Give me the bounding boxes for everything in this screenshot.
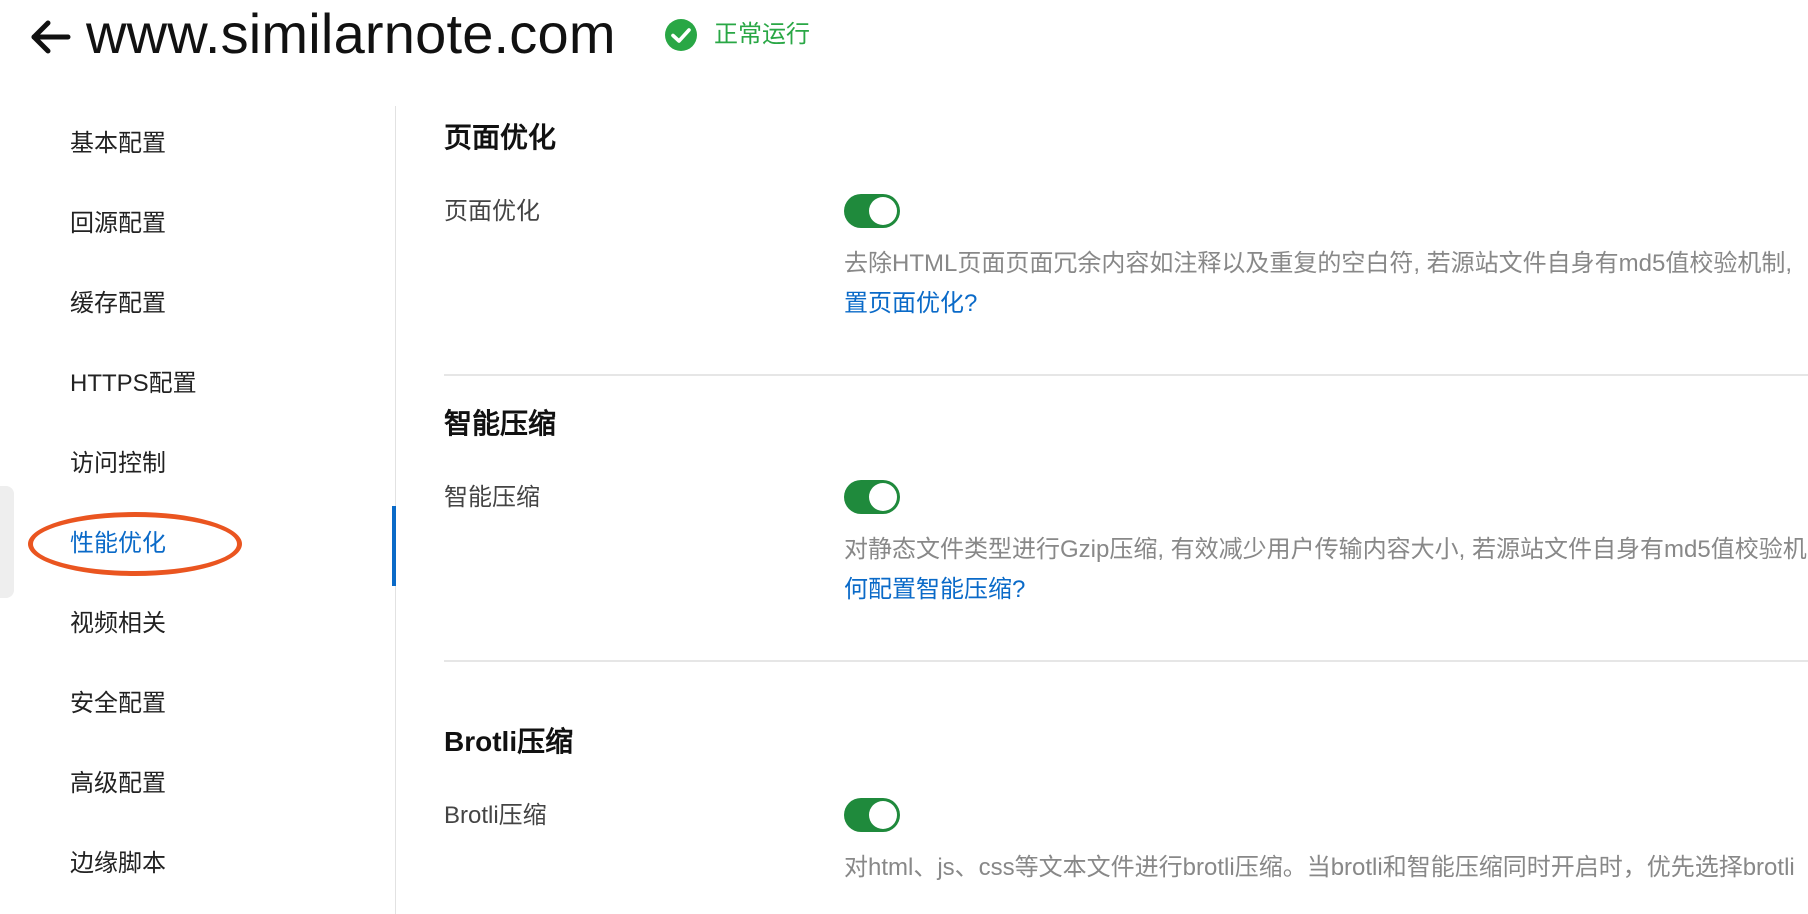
sidebar-item-cache-config[interactable]: 缓存配置 [70, 284, 166, 324]
page-title: www.similarnote.com [86, 2, 616, 65]
sidebar-item-performance[interactable]: 性能优化 [70, 524, 166, 564]
brotli-compression-description: 对html、js、css等文本文件进行brotli压缩。当brotli和智能压缩… [844, 854, 1795, 881]
section-title-brotli-compression: Brotli压缩 [444, 726, 574, 757]
brotli-compression-toggle[interactable] [844, 798, 900, 832]
smart-compression-toggle[interactable] [844, 480, 900, 514]
arrow-left-icon[interactable] [28, 15, 72, 59]
setting-label-page-optimization: 页面优化 [444, 198, 540, 225]
check-circle-icon [665, 19, 697, 51]
sidebar-nav: 基本配置 回源配置 缓存配置 HTTPS配置 访问控制 性能优化 视频相关 安全… [0, 106, 396, 914]
toggle-knob [869, 483, 897, 511]
page-optimization-toggle[interactable] [844, 194, 900, 228]
active-indicator [392, 506, 396, 586]
smart-compression-help-link[interactable]: 何配置智能压缩? [844, 572, 1025, 608]
main-content: 页面优化 页面优化 去除HTML页面页面冗余内容如注释以及重复的空白符, 若源站… [444, 106, 1808, 914]
page-optimization-help-link[interactable]: 置页面优化? [844, 286, 977, 322]
sidebar-item-edge-script[interactable]: 边缘脚本 [70, 844, 166, 884]
setting-label-smart-compression: 智能压缩 [444, 484, 540, 511]
page-header: www.similarnote.com 正常运行 [0, 0, 1808, 80]
section-divider [444, 660, 1808, 662]
sidebar-item-basic-config[interactable]: 基本配置 [70, 124, 166, 164]
sidebar-item-security[interactable]: 安全配置 [70, 684, 166, 724]
sidebar-item-origin-config[interactable]: 回源配置 [70, 204, 166, 244]
toggle-knob [869, 801, 897, 829]
smart-compression-description: 对静态文件类型进行Gzip压缩, 有效减少用户传输内容大小, 若源站文件自身有m… [844, 536, 1807, 563]
section-title-page-optimization: 页面优化 [444, 122, 557, 153]
section-divider [444, 374, 1808, 376]
sidebar-item-video[interactable]: 视频相关 [70, 604, 166, 644]
sidebar-item-access-control[interactable]: 访问控制 [70, 444, 166, 484]
setting-label-brotli-compression: Brotli压缩 [444, 802, 547, 829]
status-badge: 正常运行 [714, 21, 810, 48]
toggle-knob [869, 197, 897, 225]
sidebar-item-https-config[interactable]: HTTPS配置 [70, 364, 197, 404]
page-optimization-description: 去除HTML页面页面冗余内容如注释以及重复的空白符, 若源站文件自身有md5值校… [844, 250, 1793, 277]
section-title-smart-compression: 智能压缩 [444, 408, 557, 439]
collapse-handle[interactable] [0, 486, 14, 598]
sidebar-item-advanced[interactable]: 高级配置 [70, 764, 166, 804]
